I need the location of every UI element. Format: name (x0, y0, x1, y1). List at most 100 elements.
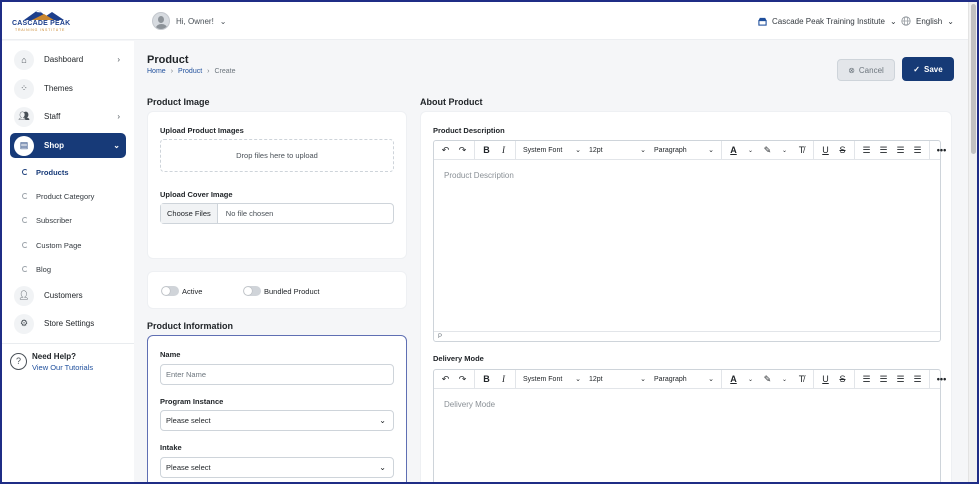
institute-selector[interactable]: Cascade Peak Training Institute ⌄ (752, 10, 903, 32)
intake-value: Please select (166, 463, 211, 472)
text-color-icon[interactable]: A (725, 145, 742, 155)
clear-format-icon[interactable]: T̸ (793, 374, 810, 384)
sidebar-item-themes[interactable]: ⁘ Themes (10, 76, 126, 101)
more-icon[interactable]: ••• (933, 374, 950, 384)
editor-toolbar: ↶ ↷ B I System Font ⌄ 12pt ⌄ Paragraph ⌄ A … (434, 370, 946, 389)
font-size-select[interactable]: 12pt ⌄ (585, 375, 650, 384)
avatar (152, 12, 170, 30)
chevron-down-icon[interactable]: ⌄ (742, 147, 759, 154)
dropzone[interactable]: Drop files here to upload (160, 139, 394, 172)
themes-icon: ⁘ (14, 78, 34, 99)
description-placeholder: Product Description (444, 171, 514, 180)
sidebar-subitem-product-category[interactable]: Product Category (22, 189, 94, 203)
align-left-icon[interactable]: ☰ (858, 145, 875, 156)
save-button[interactable]: ✓ Save (902, 57, 954, 81)
align-justify-icon[interactable]: ☰ (909, 374, 926, 385)
strikethrough-icon[interactable]: S (834, 145, 851, 155)
circle-icon (22, 266, 28, 272)
underline-icon[interactable]: U (817, 374, 834, 384)
block-format-select[interactable]: Paragraph ⌄ (650, 146, 718, 155)
product-image-card: Upload Product Images Drop files here to… (147, 111, 407, 259)
font-value: System Font (523, 146, 563, 154)
active-toggle[interactable] (161, 286, 179, 296)
circle-icon (22, 169, 28, 175)
sidebar-subitem-subscriber[interactable]: Subscriber (22, 213, 72, 227)
highlight-icon[interactable]: ✎ (759, 145, 776, 156)
shop-icon: ▤ (14, 135, 34, 156)
italic-icon[interactable]: I (495, 374, 512, 384)
intake-select[interactable]: Please select ⌄ (160, 457, 394, 478)
sidebar-item-staff[interactable]: 👥︎ Staff › (10, 104, 126, 129)
delivery-placeholder: Delivery Mode (444, 400, 496, 409)
bold-icon[interactable]: B (478, 145, 495, 155)
sidebar-item-store-settings[interactable]: ⚙ Store Settings (10, 311, 126, 336)
align-right-icon[interactable]: ☰ (892, 374, 909, 385)
clear-format-icon[interactable]: T̸ (793, 145, 810, 155)
align-justify-icon[interactable]: ☰ (909, 145, 926, 156)
breadcrumb-product[interactable]: Product (178, 68, 202, 75)
align-center-icon[interactable]: ☰ (875, 374, 892, 385)
redo-icon[interactable]: ↷ (454, 374, 471, 385)
align-center-icon[interactable]: ☰ (875, 145, 892, 156)
chevron-down-icon: ⌄ (379, 463, 386, 472)
sidebar-item-label: Staff (44, 112, 61, 121)
highlight-icon[interactable]: ✎ (759, 374, 776, 385)
store-icon (758, 17, 767, 26)
sidebar-item-shop[interactable]: ▤ Shop ⌄ (10, 133, 126, 158)
bundled-toggle[interactable] (243, 286, 261, 296)
align-left-icon[interactable]: ☰ (858, 374, 875, 385)
sidebar-item-dashboard[interactable]: ⌂ Dashboard › (10, 47, 126, 72)
save-label: Save (924, 64, 943, 74)
sidebar-subitem-products[interactable]: Products (22, 165, 69, 179)
cancel-label: Cancel (858, 65, 884, 75)
name-input[interactable]: Enter Name (160, 364, 394, 385)
underline-icon[interactable]: U (817, 145, 834, 155)
top-bar: CASCADE PEAK TRAINING INSTITUTE Hi, Owne… (2, 2, 977, 40)
scrollbar-thumb[interactable] (971, 4, 976, 154)
delivery-editor[interactable]: ↶ ↷ B I System Font ⌄ 12pt ⌄ Paragraph ⌄ A … (433, 369, 946, 482)
subitem-label: Blog (36, 264, 52, 274)
sidebar-item-customers[interactable]: 👤︎ Customers (10, 283, 126, 308)
chevron-down-icon[interactable]: ⌄ (776, 376, 793, 383)
tutorials-link[interactable]: View Our Tutorials (32, 363, 93, 372)
language-selector[interactable]: English ⌄ (895, 10, 960, 32)
dropzone-text: Drop files here to upload (236, 151, 318, 160)
strikethrough-icon[interactable]: S (834, 374, 851, 384)
undo-icon[interactable]: ↶ (437, 374, 454, 385)
chevron-down-icon[interactable]: ⌄ (776, 147, 793, 154)
block-format-select[interactable]: Paragraph ⌄ (650, 375, 718, 384)
product-image-heading: Product Image (147, 97, 210, 107)
check-circle-icon: ✓ (913, 64, 920, 74)
breadcrumb-home[interactable]: Home (147, 68, 166, 75)
redo-icon[interactable]: ↷ (454, 145, 471, 156)
bold-icon[interactable]: B (478, 374, 495, 384)
text-color-icon[interactable]: A (725, 374, 742, 384)
upload-images-label: Upload Product Images (160, 126, 244, 135)
undo-icon[interactable]: ↶ (437, 145, 454, 156)
size-value: 12pt (589, 146, 603, 154)
product-info-card: Name Enter Name Program Instance Please … (147, 335, 407, 482)
align-right-icon[interactable]: ☰ (892, 145, 909, 156)
sidebar-subitem-blog[interactable]: Blog (22, 262, 51, 276)
more-icon[interactable]: ••• (933, 145, 950, 155)
font-family-select[interactable]: System Font ⌄ (519, 375, 585, 384)
cancel-button[interactable]: ⊗ Cancel (837, 59, 895, 81)
sidebar-item-label: Dashboard (44, 55, 84, 64)
description-label: Product Description (433, 126, 505, 135)
page-scrollbar[interactable] (968, 2, 977, 482)
intake-label: Intake (160, 443, 182, 452)
user-menu[interactable]: Hi, Owner! ⌄ (152, 10, 227, 32)
font-size-select[interactable]: 12pt ⌄ (585, 146, 650, 155)
chevron-down-icon[interactable]: ⌄ (742, 376, 759, 383)
subitem-label: Subscriber (36, 215, 72, 225)
brand-logo[interactable]: CASCADE PEAK TRAINING INSTITUTE (12, 8, 72, 34)
choose-files-button[interactable]: Choose Files (161, 204, 218, 223)
sidebar-subitem-custom-page[interactable]: Custom Page (22, 238, 81, 252)
cover-file-input[interactable]: Choose Files No file chosen (160, 203, 394, 224)
font-family-select[interactable]: System Font ⌄ (519, 146, 585, 155)
description-editor[interactable]: ↶ ↷ B I System Font ⌄ 12pt ⌄ Paragraph ⌄ A … (433, 140, 946, 342)
program-instance-select[interactable]: Please select ⌄ (160, 410, 394, 431)
italic-icon[interactable]: I (495, 145, 512, 155)
program-instance-value: Please select (166, 416, 211, 425)
circle-icon (22, 193, 28, 199)
